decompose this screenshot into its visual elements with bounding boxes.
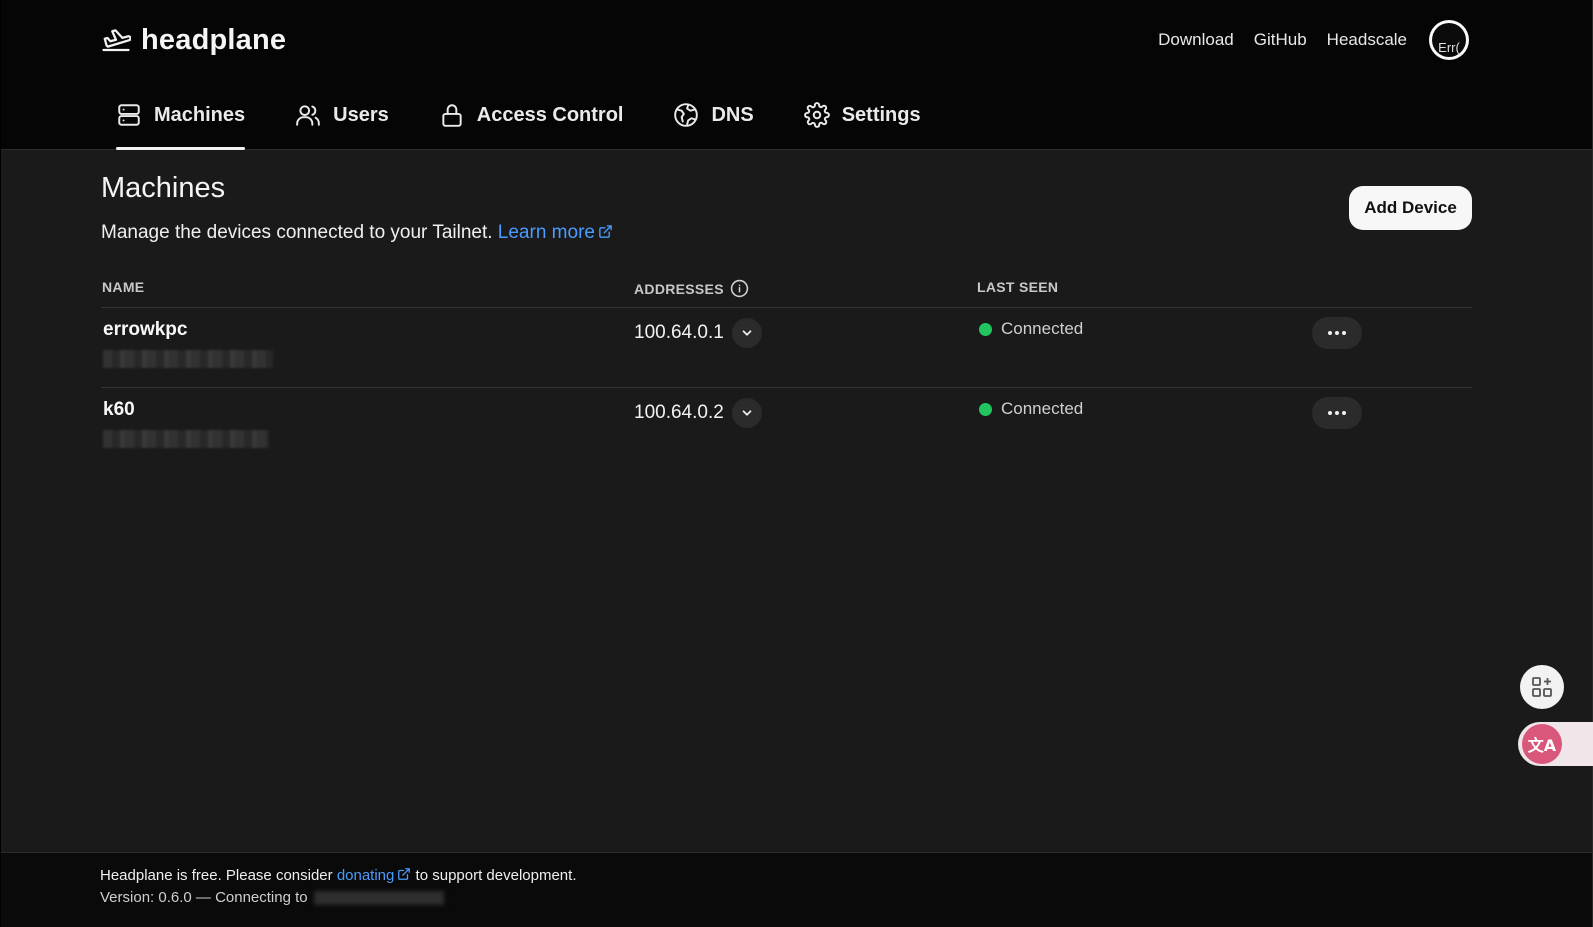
machines-table: NAME ADDRESSES LAST SEEN errowkpc 100.64… bbox=[101, 272, 1472, 468]
tab-users[interactable]: Users bbox=[295, 86, 389, 150]
address-dropdown-button[interactable] bbox=[731, 398, 762, 428]
footer-prefix: Headplane is free. Please consider bbox=[100, 867, 333, 884]
headscale-link[interactable]: Headscale bbox=[1327, 30, 1407, 50]
quick-apps-button[interactable] bbox=[1520, 665, 1564, 709]
add-device-button[interactable]: Add Device bbox=[1349, 186, 1472, 230]
info-icon[interactable] bbox=[730, 279, 749, 298]
tab-machines[interactable]: Machines bbox=[116, 86, 246, 150]
machine-options-button[interactable] bbox=[1312, 317, 1362, 349]
top-header: headplane Download GitHub Headscale Err(… bbox=[1, 0, 1592, 150]
machine-hostname-redacted bbox=[103, 430, 269, 448]
machine-options-button[interactable] bbox=[1312, 397, 1362, 429]
header-last-seen: LAST SEEN bbox=[977, 279, 1058, 295]
machine-status: Connected bbox=[979, 319, 1083, 339]
external-link-icon bbox=[398, 868, 411, 880]
plane-icon bbox=[102, 29, 131, 52]
machine-status: Connected bbox=[979, 399, 1083, 419]
lock-icon bbox=[442, 104, 462, 127]
top-links: Download GitHub Headscale Err( bbox=[1158, 20, 1469, 60]
tab-label: Machines bbox=[154, 103, 246, 126]
header-name-label: NAME bbox=[102, 279, 145, 295]
external-link-icon bbox=[599, 225, 612, 238]
machine-hostname-redacted bbox=[103, 350, 273, 368]
tab-label: DNS bbox=[711, 103, 754, 126]
brand-name: headplane bbox=[141, 23, 287, 56]
version-text: Version: 0.6.0 — Connecting to bbox=[100, 889, 308, 906]
tab-access-control[interactable]: Access Control bbox=[439, 86, 624, 150]
header-addresses: ADDRESSES bbox=[634, 279, 749, 298]
table-header-row: NAME ADDRESSES LAST SEEN bbox=[101, 272, 1472, 308]
tab-label: Access Control bbox=[476, 103, 624, 126]
donating-label: donating bbox=[336, 867, 395, 884]
translate-icon: 文A bbox=[1527, 736, 1557, 755]
server-icon bbox=[118, 104, 140, 126]
learn-more-link[interactable]: Learn more bbox=[498, 222, 613, 243]
header-last-seen-label: LAST SEEN bbox=[977, 279, 1059, 295]
machine-name[interactable]: k60 bbox=[103, 399, 135, 421]
tab-label: Users bbox=[333, 103, 389, 126]
footer: Headplane is free. Please consider donat… bbox=[1, 852, 1592, 927]
footer-version-line: Version: 0.6.0 — Connecting to bbox=[100, 889, 444, 906]
page-description: Manage the devices connected to your Tai… bbox=[101, 222, 613, 244]
tab-dns[interactable]: DNS bbox=[673, 86, 754, 150]
status-label: Connected bbox=[1001, 399, 1084, 418]
header-name[interactable]: NAME bbox=[102, 279, 144, 295]
gear-icon bbox=[803, 102, 830, 128]
machine-address: 100.64.0.2 bbox=[634, 398, 762, 428]
table-row[interactable]: errowkpc 100.64.0.1 Connected bbox=[101, 308, 1472, 388]
learn-more-label: Learn more bbox=[497, 222, 595, 243]
status-dot bbox=[979, 322, 992, 336]
machine-name[interactable]: errowkpc bbox=[103, 319, 187, 341]
chevron-down-icon bbox=[742, 330, 752, 336]
ellipsis-icon bbox=[1328, 411, 1346, 415]
server-url-redacted bbox=[313, 890, 444, 905]
main-tabs: Machines Users Access Control DNS Settin… bbox=[116, 86, 971, 150]
download-link[interactable]: Download bbox=[1158, 30, 1234, 50]
header-addresses-label: ADDRESSES bbox=[634, 280, 724, 297]
footer-donate-line: Headplane is free. Please consider donat… bbox=[100, 867, 576, 884]
avatar-broken-image: Err( bbox=[1432, 23, 1466, 57]
translate-button[interactable]: 文A bbox=[1522, 724, 1562, 764]
description-text: Manage the devices connected to your Tai… bbox=[101, 222, 493, 243]
chevron-down-icon bbox=[742, 410, 752, 416]
status-dot bbox=[979, 402, 992, 416]
user-avatar[interactable]: Err( bbox=[1429, 20, 1469, 60]
github-link[interactable]: GitHub bbox=[1254, 30, 1307, 50]
footer-suffix: to support development. bbox=[415, 867, 577, 884]
apps-sparkle-icon bbox=[1532, 677, 1552, 697]
address-dropdown-button[interactable] bbox=[731, 318, 762, 348]
users-icon bbox=[296, 105, 320, 126]
address-value: 100.64.0.1 bbox=[634, 322, 724, 343]
ellipsis-icon bbox=[1328, 331, 1346, 335]
address-value: 100.64.0.2 bbox=[634, 402, 724, 423]
brand-logo[interactable]: headplane bbox=[101, 22, 286, 58]
tab-label: Settings bbox=[841, 103, 921, 126]
app-window: headplane Download GitHub Headscale Err(… bbox=[1, 0, 1593, 927]
table-row[interactable]: k60 100.64.0.2 Connected bbox=[101, 388, 1472, 468]
donating-link[interactable]: donating bbox=[337, 867, 412, 884]
machine-address: 100.64.0.1 bbox=[634, 318, 762, 348]
status-label: Connected bbox=[1001, 319, 1084, 338]
globe-icon bbox=[674, 103, 699, 127]
page-title: Machines bbox=[101, 172, 226, 204]
tab-settings[interactable]: Settings bbox=[803, 86, 921, 150]
